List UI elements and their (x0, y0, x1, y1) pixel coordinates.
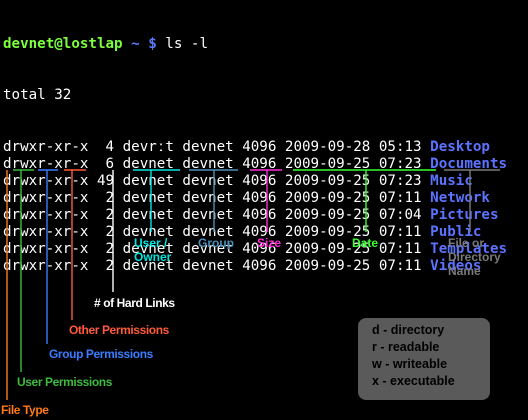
label-other-permissions: Other Permissions (69, 323, 169, 337)
legend-item: w - writeable (372, 357, 448, 371)
label-group-permissions: Group Permissions (49, 347, 153, 361)
label-date: Date (352, 236, 379, 250)
permission-legend: d - directory r - readable w - writeable… (358, 318, 490, 400)
label-group: Group (198, 236, 234, 250)
label-hard-links: # of Hard Links (94, 296, 175, 310)
legend-item: x - executable (372, 374, 455, 388)
ls-long-format-diagram: devnet@lostlap ~ $ ls -l total 32 drwxr-… (0, 0, 528, 420)
label-user-owner: User / Owner (134, 236, 172, 264)
label-size: Size (257, 236, 282, 250)
legend-item: r - readable (372, 340, 440, 354)
legend-item: d - directory (372, 323, 445, 337)
label-file-type: File Type (1, 403, 49, 417)
label-user-permissions: User Permissions (17, 375, 112, 389)
label-file-or-directory-name: File or Directory Name (448, 236, 501, 278)
